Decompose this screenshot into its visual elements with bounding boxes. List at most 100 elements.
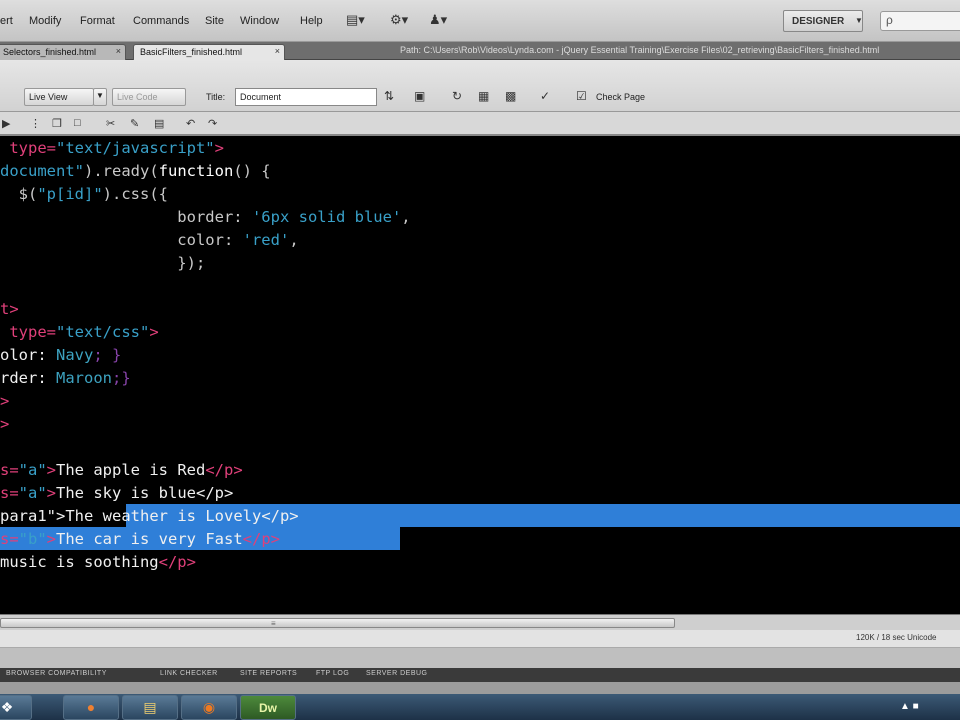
- paste-icon[interactable]: ✎: [130, 117, 139, 130]
- check-page-button[interactable]: Check Page: [596, 92, 645, 102]
- menu-window[interactable]: Window: [240, 15, 279, 27]
- code-token: ).css({: [102, 185, 168, 203]
- code-token: "a": [18, 461, 47, 479]
- open-documents-icon[interactable]: ▶: [2, 117, 10, 130]
- code-token: rder:: [0, 369, 56, 387]
- code-line: border: '6px solid blue',: [0, 206, 411, 229]
- menu-commands[interactable]: Commands: [133, 15, 189, 27]
- code-token: "p[id]": [37, 185, 103, 203]
- view-options-icon[interactable]: ▦: [478, 89, 489, 103]
- code-token: >: [46, 530, 57, 548]
- code-token: >: [214, 139, 224, 157]
- tab-server-debug[interactable]: SERVER DEBUG: [366, 670, 428, 677]
- code-line: olor: Navy; }: [0, 344, 121, 367]
- code-token: "text/javascript": [56, 139, 215, 157]
- code-line: rder: Maroon;}: [0, 367, 131, 390]
- start-button[interactable]: ❖: [0, 695, 32, 720]
- user-icon[interactable]: ♟▾: [429, 12, 447, 30]
- menu-format[interactable]: Format: [80, 15, 115, 27]
- close-icon[interactable]: ×: [116, 46, 121, 56]
- code-token: </p>: [158, 553, 196, 571]
- document-tab-bar: Selectors_finished.html × BasicFilters_f…: [0, 42, 960, 60]
- code-line: music is soothing</p>: [0, 551, 196, 574]
- menu-site[interactable]: Site: [205, 15, 224, 27]
- format-icon[interactable]: ▤: [154, 117, 164, 130]
- menu-insert[interactable]: ert: [0, 15, 13, 27]
- code-token: >: [46, 484, 57, 502]
- code-token: </p>: [196, 484, 234, 502]
- coding-toolbar: ▶ ⋮ ❐ □ ✂ ✎ ▤ ↶ ↷: [0, 112, 960, 136]
- chevron-down-icon[interactable]: ▼: [93, 88, 107, 106]
- validate-icon[interactable]: ✓: [540, 89, 550, 103]
- live-view-button[interactable]: Live View: [24, 88, 94, 106]
- firefox-icon[interactable]: ◉: [181, 695, 237, 720]
- code-token: border:: [0, 208, 252, 226]
- code-token: >: [149, 323, 159, 341]
- code-line: });: [0, 252, 205, 275]
- code-token: ,: [289, 231, 299, 249]
- code-token: Navy: [56, 346, 94, 364]
- gear-icon[interactable]: ⚙▾: [390, 12, 408, 30]
- tab-ftp-log[interactable]: FTP LOG: [316, 670, 349, 677]
- system-tray[interactable]: ▲ ■: [900, 701, 919, 712]
- code-token: The sky is blue: [56, 484, 196, 502]
- explorer-icon[interactable]: ▤: [122, 695, 178, 720]
- tab-selectors-finished[interactable]: Selectors_finished.html ×: [0, 44, 126, 60]
- cut-icon[interactable]: ✂: [106, 117, 115, 130]
- preview-icon[interactable]: ▣: [414, 89, 425, 103]
- scrollbar-thumb[interactable]: ≡: [0, 618, 675, 628]
- workspace-switcher[interactable]: DESIGNER: [783, 10, 863, 32]
- code-token: ,: [401, 208, 411, 226]
- code-token: });: [0, 254, 206, 272]
- visual-aids-icon[interactable]: ▩: [505, 89, 516, 103]
- horizontal-scrollbar[interactable]: ≡: [0, 614, 960, 630]
- copy-icon[interactable]: ❐: [52, 117, 62, 130]
- code-token: ; }: [93, 346, 122, 364]
- code-token: Maroon: [56, 369, 112, 387]
- properties-panel: [0, 648, 960, 668]
- undo-icon[interactable]: ↶: [186, 117, 195, 130]
- document-toolbar: Live View ▼ Live Code Title: ⇅ ▣ ↻ ▦ ▩ ✓…: [0, 60, 960, 112]
- code-line: $("p[id]").css({: [0, 183, 168, 206]
- code-token: type=: [0, 323, 56, 341]
- results-panel-tabs: BROWSER COMPATIBILITY LINK CHECKER SITE …: [0, 668, 960, 682]
- refresh-icon[interactable]: ↻: [452, 89, 462, 103]
- live-code-button[interactable]: Live Code: [112, 88, 186, 106]
- code-line: s="b">The car is very Fast</p>: [0, 528, 280, 551]
- code-token: ).ready(: [84, 162, 159, 180]
- menu-help[interactable]: Help: [300, 15, 323, 27]
- page-icon[interactable]: □: [74, 117, 81, 129]
- tab-label: BasicFilters_finished.html: [140, 47, 243, 57]
- code-token: t>: [0, 300, 19, 318]
- code-token: 'red': [242, 231, 290, 249]
- tab-site-reports[interactable]: SITE REPORTS: [240, 670, 297, 677]
- title-field[interactable]: [235, 88, 377, 106]
- code-line: color: 'red',: [0, 229, 299, 252]
- code-token: The car is very Fast: [56, 530, 243, 548]
- tab-link-checker[interactable]: LINK CHECKER: [160, 670, 218, 677]
- chevron-down-icon[interactable]: ▼: [855, 16, 863, 25]
- menu-modify[interactable]: Modify: [29, 15, 61, 27]
- status-bar: 120K / 18 sec Unicode: [0, 630, 960, 648]
- tab-browser-compatibility[interactable]: BROWSER COMPATIBILITY: [6, 670, 107, 677]
- tab-basicfilters-finished[interactable]: BasicFilters_finished.html ×: [133, 44, 285, 60]
- close-icon[interactable]: ×: [275, 46, 280, 56]
- check-page-icon[interactable]: ☑: [576, 89, 587, 103]
- media-player-icon[interactable]: ●: [63, 695, 119, 720]
- code-token: >: [0, 392, 10, 410]
- code-editor[interactable]: type="text/javascript"> document").ready(…: [0, 136, 960, 614]
- layout-icon[interactable]: ▤▾: [346, 12, 365, 30]
- code-line: >: [0, 390, 9, 413]
- dreamweaver-icon[interactable]: Dw: [240, 695, 296, 720]
- file-management-icon[interactable]: ⇅: [384, 89, 394, 103]
- code-token: "text/css": [56, 323, 150, 341]
- code-token: function: [158, 162, 234, 180]
- download-size: 120K / 18 sec Unicode: [856, 633, 937, 642]
- code-token: >: [0, 415, 10, 433]
- redo-icon[interactable]: ↷: [208, 117, 217, 130]
- code-token: >: [56, 507, 66, 525]
- code-token: "a": [18, 484, 47, 502]
- search-icon: ρ: [886, 13, 893, 27]
- code-line: document").ready(function() {: [0, 160, 271, 183]
- collapse-icon[interactable]: ⋮: [30, 117, 41, 130]
